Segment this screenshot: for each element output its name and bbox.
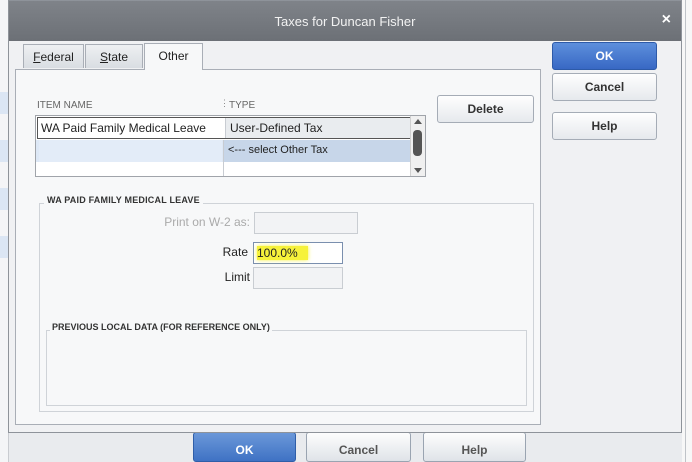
previous-local-data-box	[46, 330, 527, 406]
background-row	[0, 140, 8, 162]
other-taxes-list: WA Paid Family Medical Leave User-Define…	[35, 115, 426, 177]
column-header-type: TYPE	[229, 100, 256, 111]
background-row	[0, 188, 8, 210]
list-scrollbar[interactable]	[410, 116, 425, 176]
background-ok-button: OK	[193, 432, 296, 462]
scroll-up-arrow-icon[interactable]	[414, 119, 422, 124]
delete-button[interactable]: Delete	[437, 95, 534, 123]
column-resize-handle[interactable]: ⋮	[220, 98, 229, 109]
item-name-cell[interactable]	[39, 140, 222, 162]
background-app-edge	[682, 0, 692, 462]
ok-button[interactable]: OK	[552, 42, 657, 70]
table-row[interactable]: WA Paid Family Medical Leave User-Define…	[37, 117, 412, 139]
cancel-button[interactable]: Cancel	[552, 73, 657, 101]
type-cell[interactable]	[223, 162, 410, 176]
tab-other[interactable]: Other	[144, 43, 203, 70]
rate-value: 100.0%	[257, 246, 308, 260]
section-title: WA PAID FAMILY MEDICAL LEAVE	[44, 195, 203, 205]
title-bar: Taxes for Duncan Fisher ×	[9, 1, 681, 41]
print-on-w2-label: Print on W-2 as:	[164, 215, 250, 229]
type-cell[interactable]: <--- select Other Tax	[223, 140, 410, 162]
type-cell[interactable]: User-Defined Tax	[225, 118, 412, 138]
limit-label: Limit	[224, 270, 250, 284]
item-name-cell[interactable]	[39, 162, 222, 176]
rate-label: Rate	[222, 245, 248, 259]
rate-field[interactable]: 100.0%	[253, 242, 343, 264]
help-button[interactable]: Help	[552, 112, 657, 140]
column-header-item-name: ITEM NAME	[37, 100, 93, 111]
print-on-w2-field[interactable]	[254, 212, 358, 234]
close-icon[interactable]: ×	[662, 11, 671, 29]
tab-federal[interactable]: Federal	[23, 44, 84, 68]
previous-local-data-title: PREVIOUS LOCAL DATA (FOR REFERENCE ONLY)	[50, 322, 272, 332]
table-row[interactable]: <--- select Other Tax	[36, 140, 411, 162]
dialog-title: Taxes for Duncan Fisher	[274, 14, 416, 29]
scroll-thumb[interactable]	[413, 130, 422, 156]
scroll-down-arrow-icon[interactable]	[414, 168, 422, 173]
background-cancel-button: Cancel	[306, 432, 411, 462]
table-row[interactable]	[36, 162, 411, 176]
background-help-button: Help	[423, 432, 526, 462]
background-row	[0, 92, 8, 114]
tab-state[interactable]: State	[85, 44, 143, 68]
item-name-cell[interactable]: WA Paid Family Medical Leave	[41, 118, 224, 138]
limit-field[interactable]	[253, 267, 343, 289]
background-row	[0, 236, 8, 258]
grid-header: ITEM NAME ⋮ TYPE	[35, 98, 410, 114]
